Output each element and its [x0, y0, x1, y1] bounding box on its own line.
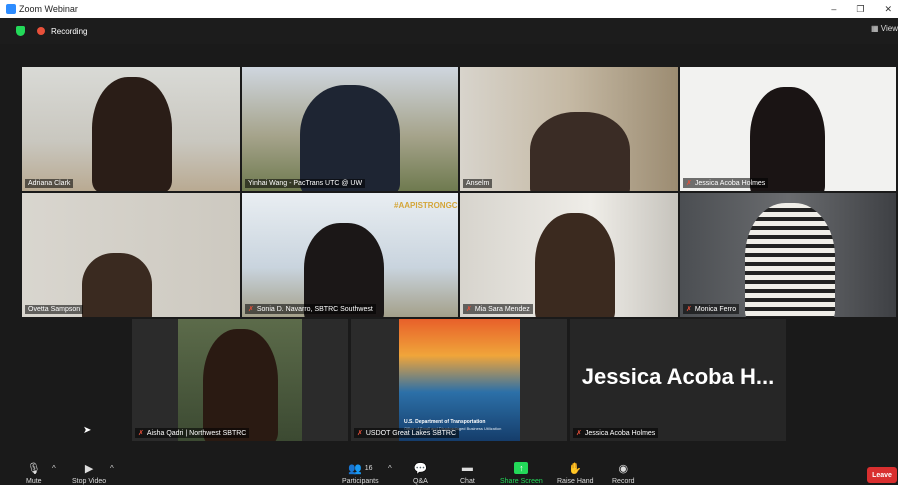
raise-hand-button[interactable]: ✋ Raise Hand [557, 462, 594, 485]
audio-options-chevron-icon[interactable]: ^ [52, 464, 56, 473]
share-screen-icon: ↑ [514, 462, 529, 474]
close-button[interactable]: ✕ [884, 4, 892, 15]
participant-video [745, 203, 835, 317]
video-tile[interactable]: U.S. Department of Transportation Office… [351, 319, 567, 441]
participant-name-label: ✗ Sonia D. Navarro, SBTRC Southwest [245, 304, 376, 314]
record-button[interactable]: ◉ Record [612, 462, 635, 485]
meeting-topbar: Recording ▦ View [0, 18, 898, 44]
minimize-button[interactable]: – [831, 4, 836, 14]
participants-count: 16 [364, 464, 373, 472]
banner-text: #AAPISTRONGCA [394, 201, 458, 210]
muted-mic-icon: ✗ [466, 306, 472, 313]
mouse-cursor-icon: ➤ [83, 425, 92, 436]
window-title: Zoom Webinar [19, 4, 78, 14]
restore-button[interactable]: ❐ [856, 4, 864, 15]
raise-hand-icon: ✋ [568, 462, 583, 475]
qa-button[interactable]: 💬 Q&A [413, 462, 428, 485]
participant-name-label: Yinhai Wang - PacTrans UTC @ UW [245, 179, 366, 188]
video-tile[interactable]: Jessica Acoba H... ✗ Jessica Acoba Holmes [570, 319, 786, 441]
participant-video [92, 77, 172, 191]
participant-video [304, 223, 384, 317]
microphone-icon: 🎙 [26, 462, 41, 475]
mute-button[interactable]: 🎙 Mute [26, 462, 42, 485]
participants-icon: 👥 16 [348, 462, 373, 475]
view-button[interactable]: ▦ View [871, 24, 898, 33]
participant-name-label: ✗ Monica Ferro [683, 304, 740, 314]
participant-name-label: ✗ Aisha Qadri | Northwest SBTRC [135, 428, 250, 438]
participant-photo [178, 319, 302, 441]
participant-video [82, 253, 152, 317]
participant-name-label: ✗ USDOT Great Lakes SBTRC [354, 428, 459, 438]
share-screen-button[interactable]: ↑ Share Screen [500, 462, 543, 485]
participant-name-label: Ovetta Sampson [25, 305, 84, 314]
participants-options-chevron-icon[interactable]: ^ [388, 464, 392, 473]
meeting-toolbar [0, 454, 898, 484]
chat-button[interactable]: ▬ Chat [460, 462, 475, 485]
video-tile[interactable]: Anselm [460, 67, 678, 191]
participant-name-label: ✗ Mia Sara Mendez [463, 304, 533, 314]
video-tile[interactable]: Ovetta Sampson [22, 193, 240, 317]
window-titlebar: Zoom Webinar – ❐ ✕ [0, 0, 898, 18]
zoom-logo-icon [6, 4, 16, 14]
security-shield-icon[interactable] [16, 26, 25, 36]
participant-name-label: ✗ Jessica Acoba Holmes [683, 178, 769, 188]
stop-video-button[interactable]: ▶ Stop Video [72, 462, 106, 485]
qa-icon: 💬 [413, 462, 428, 475]
leave-button[interactable]: Leave [867, 467, 897, 483]
usdot-poster: U.S. Department of Transportation Office… [399, 319, 520, 441]
participant-video [530, 112, 630, 191]
muted-mic-icon: ✗ [248, 306, 254, 313]
participants-button[interactable]: 👥 16 Participants [342, 462, 379, 485]
participant-display-name: Jessica Acoba H... [581, 364, 775, 389]
recording-icon [37, 27, 45, 35]
muted-mic-icon: ✗ [576, 430, 582, 437]
view-label: View [880, 24, 898, 33]
video-tile[interactable]: ✗ Monica Ferro [680, 193, 896, 317]
video-camera-icon: ▶ [84, 462, 94, 475]
video-tile[interactable]: ✗ Aisha Qadri | Northwest SBTRC [132, 319, 348, 441]
video-tile[interactable]: Yinhai Wang - PacTrans UTC @ UW [242, 67, 458, 191]
participant-video [750, 87, 825, 191]
video-tile[interactable]: ✗ Mia Sara Mendez [460, 193, 678, 317]
recording-label: Recording [51, 26, 88, 36]
video-tile[interactable]: Adriana Clark [22, 67, 240, 191]
muted-mic-icon: ✗ [357, 430, 363, 437]
record-icon: ◉ [618, 462, 629, 475]
video-tile[interactable]: #AAPISTRONGCA ✗ Sonia D. Navarro, SBTRC S… [242, 193, 458, 317]
chat-icon: ▬ [461, 462, 473, 474]
muted-mic-icon: ✗ [686, 180, 692, 187]
video-options-chevron-icon[interactable]: ^ [110, 464, 114, 473]
participant-name-label: ✗ Jessica Acoba Holmes [573, 428, 659, 438]
participant-name-label: Adriana Clark [25, 179, 74, 188]
participant-video [203, 329, 278, 441]
muted-mic-icon: ✗ [686, 306, 692, 313]
muted-mic-icon: ✗ [138, 430, 144, 437]
poster-line1: U.S. Department of Transportation [404, 419, 486, 425]
participant-video [535, 213, 615, 317]
video-tile[interactable]: ✗ Jessica Acoba Holmes [680, 67, 896, 191]
participant-video [300, 85, 400, 191]
participant-name-label: Anselm [463, 179, 493, 188]
